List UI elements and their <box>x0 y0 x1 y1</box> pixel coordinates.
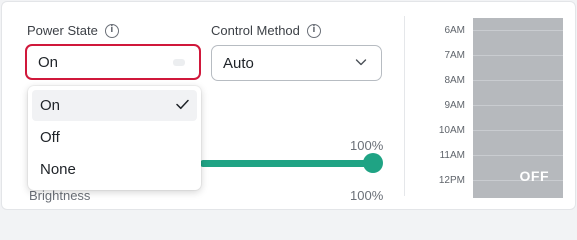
info-icon[interactable]: i <box>306 23 321 38</box>
control-method-select[interactable]: Auto <box>211 45 382 81</box>
dropdown-option-on[interactable]: On <box>32 90 197 121</box>
time-label: 12PM <box>438 175 465 186</box>
brightness-label: Brightness <box>29 188 91 203</box>
device-settings-panel: Power State i Control Method i On Auto 1… <box>1 1 576 210</box>
faded-badge <box>173 59 185 66</box>
time-label: 6AM <box>444 25 465 36</box>
control-method-value: Auto <box>223 54 254 72</box>
chevron-down-icon <box>355 59 367 66</box>
slider-thumb[interactable] <box>363 153 383 173</box>
grid-line <box>473 55 563 56</box>
checkmark-icon <box>176 99 189 110</box>
option-label: Off <box>40 129 60 146</box>
info-icon[interactable]: i <box>104 23 119 38</box>
option-label: None <box>40 161 76 178</box>
option-label: On <box>40 97 61 114</box>
grid-line <box>473 155 563 156</box>
control-method-label: Control Method i <box>211 23 321 38</box>
grid-line <box>473 80 563 81</box>
power-state-value: On <box>38 53 59 71</box>
dropdown-option-off[interactable]: Off <box>32 122 197 153</box>
power-state-select[interactable]: On <box>25 44 201 80</box>
time-label: 8AM <box>444 75 465 86</box>
vertical-divider <box>404 16 405 196</box>
grid-line <box>473 30 563 31</box>
time-label: 9AM <box>444 100 465 111</box>
dropdown-option-none[interactable]: None <box>32 154 197 185</box>
power-state-label: Power State i <box>27 23 119 38</box>
control-method-label-text: Control Method <box>211 23 300 38</box>
schedule-timeline[interactable]: OFF <box>473 18 563 198</box>
slider-track[interactable] <box>200 160 374 167</box>
time-label: 11AM <box>439 150 465 161</box>
power-state-dropdown-menu: On Off None <box>28 86 201 190</box>
time-label: 7AM <box>444 50 465 61</box>
time-label: 10AM <box>438 125 465 136</box>
brightness-percent-label: 100% <box>350 188 384 203</box>
grid-line <box>473 105 563 106</box>
grid-line <box>473 180 563 181</box>
slider-percent-label: 100% <box>350 138 384 153</box>
schedule-state-label: OFF <box>519 168 549 184</box>
grid-line <box>473 130 563 131</box>
power-state-label-text: Power State <box>27 23 98 38</box>
